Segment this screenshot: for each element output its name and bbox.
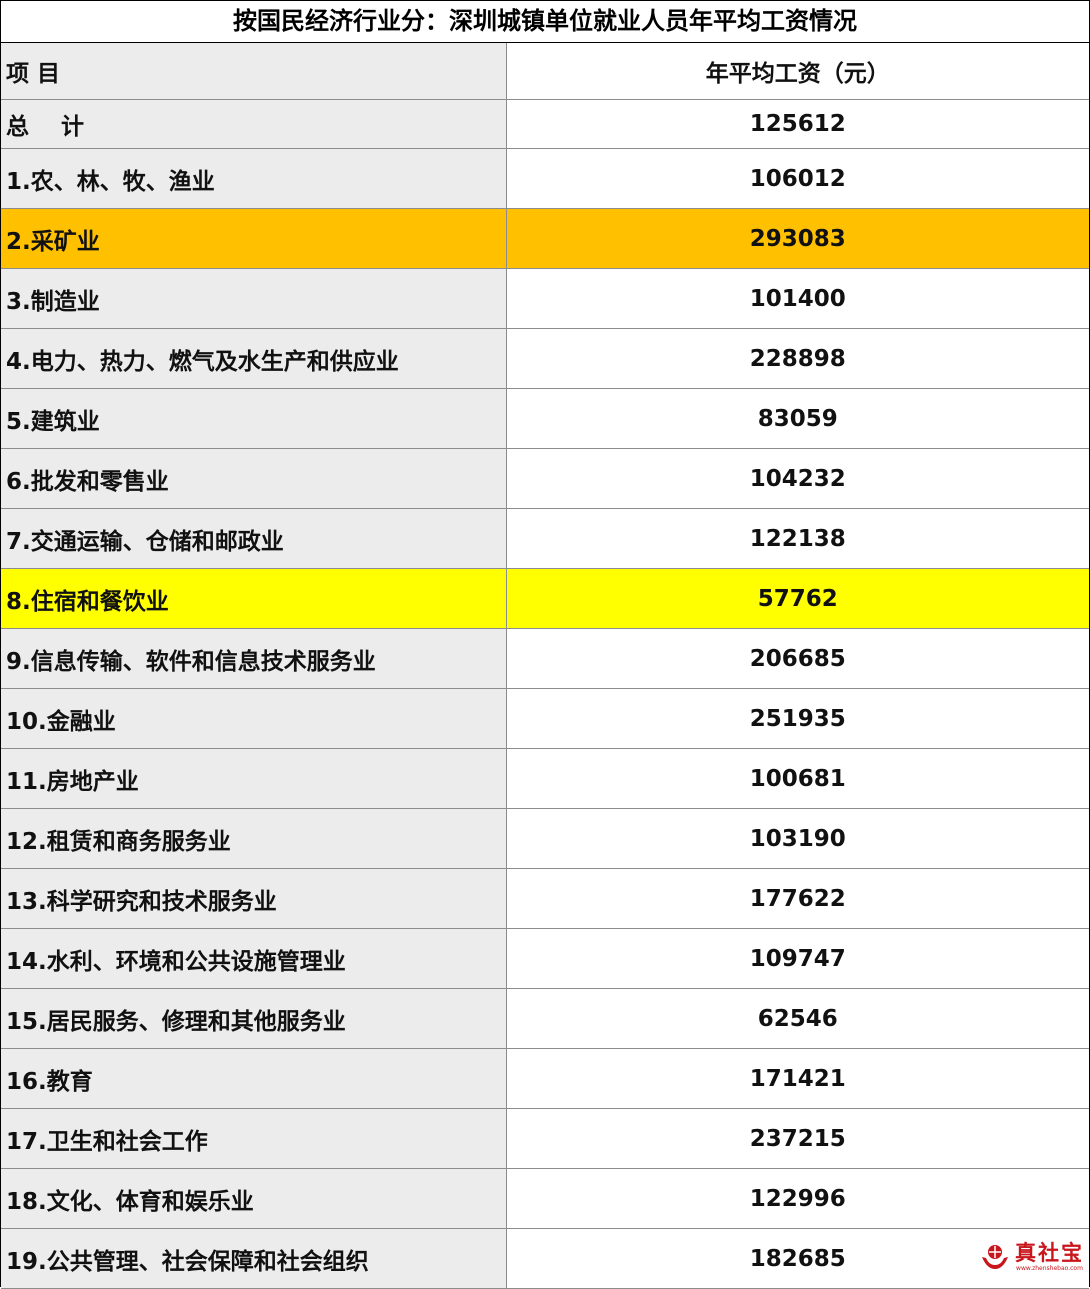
row-name: 总 计 <box>1 99 507 149</box>
table-row: 3.制造业 101400 <box>1 268 1089 329</box>
table-row: 16.教育 171421 <box>1 1048 1089 1109</box>
row-name: 14.水利、环境和公共设施管理业 <box>1 928 507 989</box>
table-row: 13.科学研究和技术服务业 177622 <box>1 868 1089 929</box>
row-name: 8.住宿和餐饮业 <box>1 568 507 629</box>
row-value: 228898 <box>506 328 1089 389</box>
header-item: 项 目 <box>1 43 507 100</box>
table-row: 18.文化、体育和娱乐业 122996 <box>1 1168 1089 1229</box>
table-row: 4.电力、热力、燃气及水生产和供应业 228898 <box>1 328 1089 389</box>
row-value: 103190 <box>506 808 1089 869</box>
row-name: 10.金融业 <box>1 688 507 749</box>
header-wage: 年平均工资（元） <box>506 43 1089 100</box>
row-value: 104232 <box>506 448 1089 509</box>
row-name: 13.科学研究和技术服务业 <box>1 868 507 929</box>
row-name: 16.教育 <box>1 1048 507 1109</box>
row-name: 6.批发和零售业 <box>1 448 507 509</box>
table-header-row: 项 目 年平均工资（元） <box>1 43 1089 100</box>
table-row: 11.房地产业 100681 <box>1 748 1089 809</box>
table-row: 14.水利、环境和公共设施管理业 109747 <box>1 928 1089 989</box>
row-name: 7.交通运输、仓储和邮政业 <box>1 508 507 569</box>
row-name: 19.公共管理、社会保障和社会组织 <box>1 1228 507 1289</box>
row-name: 15.居民服务、修理和其他服务业 <box>1 988 507 1049</box>
wage-table: 项 目 年平均工资（元） 总 计 125612 1.农、林、牧、渔业 10601… <box>1 43 1089 1289</box>
row-value: 177622 <box>506 868 1089 929</box>
row-value: 109747 <box>506 928 1089 989</box>
table-row: 6.批发和零售业 104232 <box>1 448 1089 509</box>
row-value: 57762 <box>506 568 1089 629</box>
row-name: 11.房地产业 <box>1 748 507 809</box>
watermark-text-group: 真社宝 www.zhenshebao.com <box>1015 1240 1084 1272</box>
row-value: 106012 <box>506 148 1089 209</box>
table-row: 19.公共管理、社会保障和社会组织 182685 <box>1 1228 1089 1289</box>
table-row-highlight-max: 2.采矿业 293083 <box>1 208 1089 269</box>
row-name: 2.采矿业 <box>1 208 507 269</box>
watermark-text: 真社宝 <box>1015 1240 1084 1265</box>
row-name: 12.租赁和商务服务业 <box>1 808 507 869</box>
row-value: 83059 <box>506 388 1089 449</box>
row-value: 293083 <box>506 208 1089 269</box>
row-value: 206685 <box>506 628 1089 689</box>
row-value: 101400 <box>506 268 1089 329</box>
row-value: 122138 <box>506 508 1089 569</box>
table-row: 9.信息传输、软件和信息技术服务业 206685 <box>1 628 1089 689</box>
table-row: 17.卫生和社会工作 237215 <box>1 1108 1089 1169</box>
table-row: 1.农、林、牧、渔业 106012 <box>1 148 1089 209</box>
row-value: 251935 <box>506 688 1089 749</box>
row-value: 125612 <box>506 99 1089 149</box>
table-row: 12.租赁和商务服务业 103190 <box>1 808 1089 869</box>
row-name: 3.制造业 <box>1 268 507 329</box>
table-row-total: 总 计 125612 <box>1 99 1089 149</box>
row-name: 5.建筑业 <box>1 388 507 449</box>
row-name: 18.文化、体育和娱乐业 <box>1 1168 507 1229</box>
row-value: 100681 <box>506 748 1089 809</box>
table-row: 10.金融业 251935 <box>1 688 1089 749</box>
row-name: 9.信息传输、软件和信息技术服务业 <box>1 628 507 689</box>
watermark-url: www.zhenshebao.com <box>1016 1264 1083 1272</box>
table-row: 15.居民服务、修理和其他服务业 62546 <box>1 988 1089 1049</box>
row-name: 1.农、林、牧、渔业 <box>1 148 507 209</box>
row-value: 171421 <box>506 1048 1089 1109</box>
hands-logo-icon <box>982 1245 1008 1269</box>
row-name: 17.卫生和社会工作 <box>1 1108 507 1169</box>
wage-table-sheet: 按国民经济行业分：深圳城镇单位就业人员年平均工资情况 项 目 年平均工资（元） … <box>0 0 1090 1289</box>
row-value: 237215 <box>506 1108 1089 1169</box>
row-value: 122996 <box>506 1168 1089 1229</box>
watermark-logo: 真社宝 www.zhenshebao.com <box>979 1241 1084 1273</box>
table-row: 5.建筑业 83059 <box>1 388 1089 449</box>
row-name: 4.电力、热力、燃气及水生产和供应业 <box>1 328 507 389</box>
table-row-highlight-min: 8.住宿和餐饮业 57762 <box>1 568 1089 629</box>
table-row: 7.交通运输、仓储和邮政业 122138 <box>1 508 1089 569</box>
table-title: 按国民经济行业分：深圳城镇单位就业人员年平均工资情况 <box>1 1 1089 43</box>
row-value: 62546 <box>506 988 1089 1049</box>
